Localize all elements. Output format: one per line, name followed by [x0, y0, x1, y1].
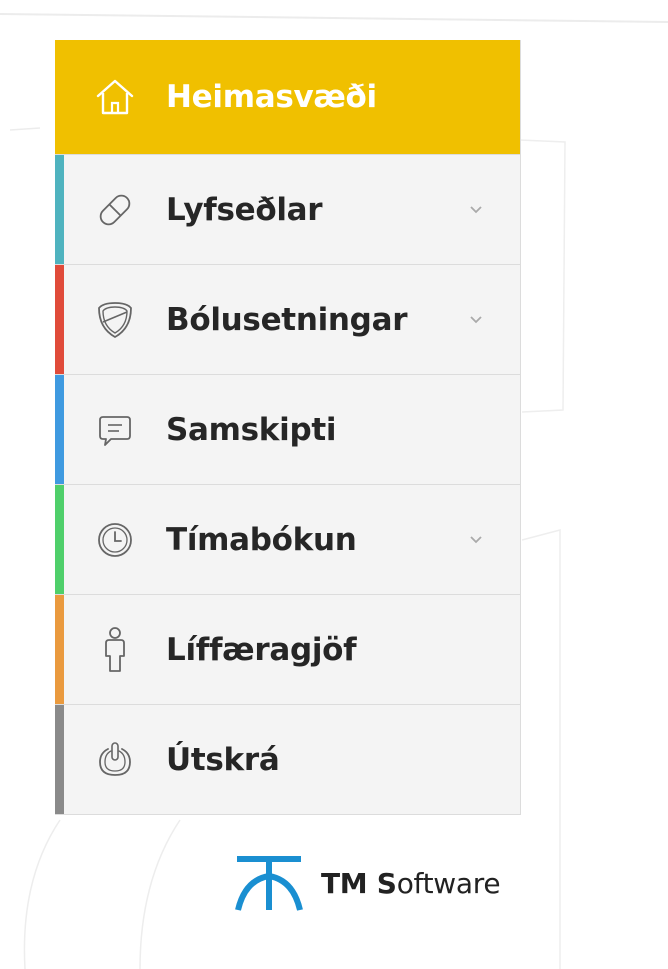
nav-item-communications[interactable]: Samskipti: [55, 374, 520, 484]
power-icon: [93, 738, 137, 782]
nav-item-logout[interactable]: Útskrá: [55, 704, 520, 814]
accent-bar: [55, 705, 64, 814]
side-navigation: Heimasvæði Lyfseðlar Bólusetningar Samsk…: [55, 40, 521, 815]
nav-item-label: Bólusetningar: [166, 301, 408, 338]
nav-item-appointments[interactable]: Tímabókun: [55, 484, 520, 594]
clock-icon: [93, 518, 137, 562]
accent-bar: [55, 485, 64, 594]
chevron-down-icon[interactable]: [469, 535, 483, 545]
person-icon: [93, 626, 137, 672]
tm-software-logo: TM Software: [235, 853, 501, 913]
accent-bar: [55, 595, 64, 704]
tm-logo-mark-icon: [235, 856, 303, 911]
chat-icon: [93, 408, 137, 452]
nav-item-label: Tímabókun: [166, 521, 357, 558]
chevron-down-icon[interactable]: [469, 315, 483, 325]
logo-text: TM Software: [321, 866, 501, 900]
nav-item-home[interactable]: Heimasvæði: [55, 40, 520, 154]
chevron-down-icon[interactable]: [469, 205, 483, 215]
accent-bar: [55, 155, 64, 264]
nav-item-label: Heimasvæði: [166, 79, 377, 115]
nav-item-label: Lyfseðlar: [166, 191, 323, 228]
nav-item-label: Samskipti: [166, 411, 337, 448]
house-icon: [93, 75, 137, 119]
nav-item-vaccinations[interactable]: Bólusetningar: [55, 264, 520, 374]
accent-bar: [55, 265, 64, 374]
nav-item-prescriptions[interactable]: Lyfseðlar: [55, 154, 520, 264]
nav-item-label: Útskrá: [166, 741, 280, 778]
nav-item-label: Líffæragjöf: [166, 631, 357, 668]
pill-icon: [93, 188, 137, 232]
accent-bar: [55, 375, 64, 484]
nav-item-organ-donation[interactable]: Líffæragjöf: [55, 594, 520, 704]
shield-icon: [93, 298, 137, 342]
